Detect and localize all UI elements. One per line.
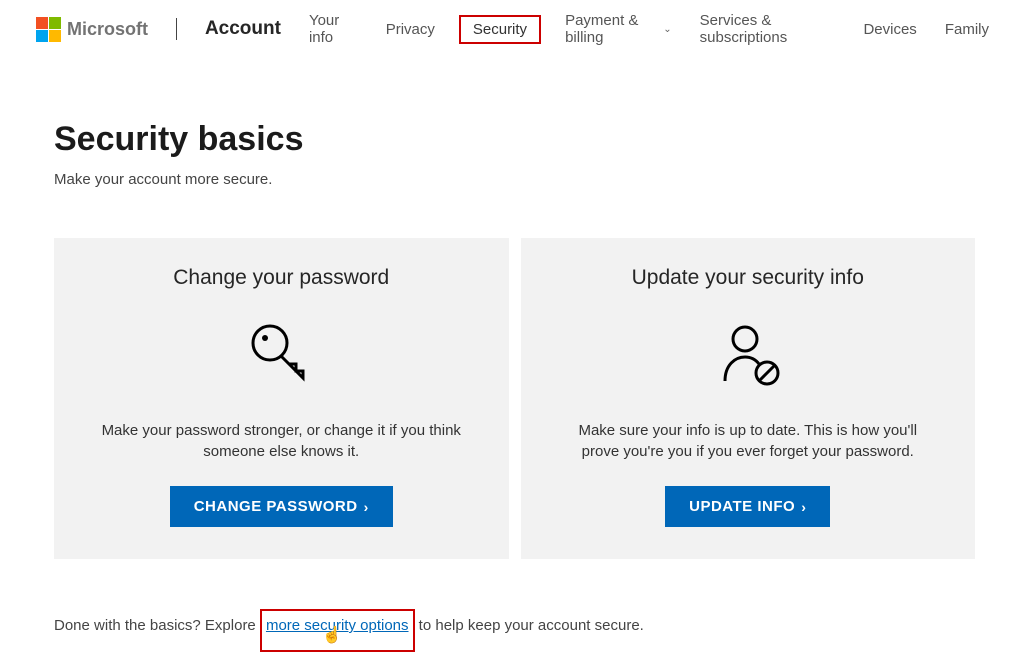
change-password-button[interactable]: CHANGE PASSWORD › [170, 486, 393, 527]
person-blocked-icon [551, 320, 946, 390]
footer-text: Done with the basics? Explore more secur… [54, 609, 975, 652]
update-info-desc: Make sure your info is up to date. This … [551, 420, 946, 462]
chevron-right-icon: › [364, 499, 369, 515]
microsoft-logo[interactable]: Microsoft [36, 17, 148, 42]
main-content: Security basics Make your account more s… [0, 58, 1029, 672]
nav-account[interactable]: Account [205, 18, 281, 40]
nav-family[interactable]: Family [941, 19, 993, 40]
nav-services[interactable]: Services & subscriptions [696, 10, 840, 48]
more-security-options-link[interactable]: more security options☝ [260, 609, 415, 652]
change-password-card: Change your password Make your password … [54, 238, 509, 559]
cards-row: Change your password Make your password … [54, 238, 975, 559]
footer-suffix: to help keep your account secure. [415, 617, 644, 634]
cursor-pointer-icon: ☝ [322, 625, 342, 645]
change-password-desc: Make your password stronger, or change i… [84, 420, 479, 462]
top-header: Microsoft Account Your info Privacy Secu… [0, 0, 1029, 58]
nav-devices[interactable]: Devices [859, 19, 920, 40]
update-info-button[interactable]: UPDATE INFO › [665, 486, 830, 527]
top-nav: Account Your info Privacy Security Payme… [205, 10, 993, 48]
nav-security[interactable]: Security [459, 15, 541, 44]
nav-payment-billing[interactable]: Payment & billing ⌄ [561, 10, 676, 48]
nav-privacy[interactable]: Privacy [382, 19, 439, 40]
change-password-title: Change your password [84, 266, 479, 290]
update-info-card: Update your security info Make sure your… [521, 238, 976, 559]
page-title: Security basics [54, 120, 975, 159]
update-info-button-label: UPDATE INFO [689, 498, 795, 515]
key-icon [84, 320, 479, 390]
update-info-title: Update your security info [551, 266, 946, 290]
microsoft-brand-text: Microsoft [67, 19, 148, 40]
chevron-down-icon: ⌄ [663, 24, 671, 35]
chevron-right-icon: › [801, 499, 806, 515]
page-subtitle: Make your account more secure. [54, 171, 975, 188]
nav-payment-label: Payment & billing [565, 12, 659, 46]
header-divider [176, 18, 177, 40]
nav-your-info[interactable]: Your info [305, 10, 362, 48]
microsoft-logo-icon [36, 17, 61, 42]
change-password-button-label: CHANGE PASSWORD [194, 498, 358, 515]
footer-prefix: Done with the basics? Explore [54, 617, 260, 634]
